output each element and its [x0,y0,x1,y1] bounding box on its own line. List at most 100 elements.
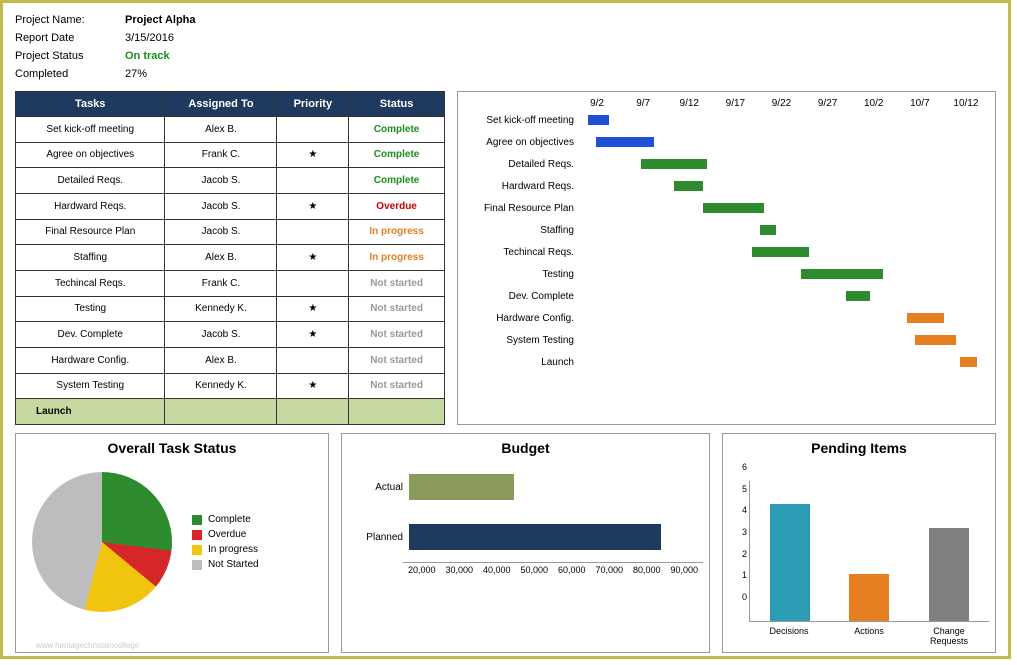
completed-value: 27% [125,68,147,80]
task-name: Testing [16,296,165,322]
pie-chart [32,472,172,612]
legend-swatch [192,530,202,540]
task-name: Set kick-off meeting [16,117,165,143]
report-date-label: Report Date [15,32,125,44]
project-status: On track [125,50,170,62]
task-priority [277,270,349,296]
budget-bar [409,524,661,550]
gantt-bar [641,159,706,169]
axis-tick: 20,000 [403,563,441,575]
task-priority: ★ [277,373,349,399]
gantt-label: Set kick-off meeting [464,115,580,126]
pie-panel: Overall Task Status CompleteOverdueIn pr… [15,433,329,653]
completed-label: Completed [15,68,125,80]
gantt-label: Hardware Config. [464,313,580,324]
task-name: Hardward Reqs. [16,193,165,219]
task-status: Overdue [349,193,445,219]
task-name: System Testing [16,373,165,399]
gantt-bar [960,357,976,367]
task-assigned: Jacob S. [165,168,277,194]
gantt-label: Launch [464,357,580,368]
pie-legend: CompleteOverdueIn progressNot Started [192,510,259,574]
task-status: Not started [349,347,445,373]
budget-title: Budget [348,440,703,456]
pending-bar [770,504,810,621]
gantt-row: Testing [464,263,989,285]
y-tick: 2 [729,549,747,559]
task-priority [277,219,349,245]
gantt-bar [703,203,764,213]
legend-swatch [192,560,202,570]
table-row: Testing Kennedy K. ★ Not started [16,296,445,322]
legend-item: Complete [192,514,259,525]
launch-cell: Launch [16,399,165,425]
budget-bar [409,474,514,500]
gantt-date: 9/17 [712,98,758,109]
y-tick: 4 [729,505,747,515]
task-assigned: Jacob S. [165,193,277,219]
task-status: In progress [349,219,445,245]
legend-item: In progress [192,544,259,555]
task-priority [277,347,349,373]
gantt-bar [760,225,776,235]
table-row: Detailed Reqs. Jacob S. Complete [16,168,445,194]
task-name: Agree on objectives [16,142,165,168]
gantt-chart: 9/29/79/129/179/229/2710/210/710/12 Set … [457,91,996,425]
y-tick: 3 [729,527,747,537]
task-assigned: Jacob S. [165,322,277,348]
gantt-row: Final Resource Plan [464,197,989,219]
legend-swatch [192,545,202,555]
legend-swatch [192,515,202,525]
gantt-bar [752,247,809,257]
budget-panel: Budget Actual Planned 20,00030,00040,000… [341,433,710,653]
task-priority: ★ [277,193,349,219]
gantt-row: Dev. Complete [464,285,989,307]
project-status-label: Project Status [15,50,125,62]
report-date: 3/15/2016 [125,32,174,44]
table-row: Agree on objectives Frank C. ★ Complete [16,142,445,168]
legend-label: Complete [208,514,251,525]
task-assigned: Frank C. [165,142,277,168]
gantt-row: Agree on objectives [464,131,989,153]
gantt-bar [588,115,608,125]
gantt-date: 10/2 [851,98,897,109]
task-name: Techincal Reqs. [16,270,165,296]
task-assigned: Jacob S. [165,219,277,245]
pending-col [839,574,899,621]
task-assigned: Kennedy K. [165,296,277,322]
gantt-date: 9/22 [758,98,804,109]
pending-title: Pending Items [729,440,989,456]
table-row: Final Resource Plan Jacob S. In progress [16,219,445,245]
gantt-row: Detailed Reqs. [464,153,989,175]
table-row: System Testing Kennedy K. ★ Not started [16,373,445,399]
task-priority: ★ [277,322,349,348]
table-row: Hardward Reqs. Jacob S. ★ Overdue [16,193,445,219]
budget-axis: 20,00030,00040,00050,00060,00070,00080,0… [403,562,703,575]
task-assigned: Alex B. [165,117,277,143]
budget-label: Planned [348,532,409,543]
task-status: Not started [349,270,445,296]
gantt-row: Launch [464,351,989,373]
pie-title: Overall Task Status [22,440,322,456]
watermark: www.heritagechristiancollege [36,641,139,650]
task-priority: ★ [277,296,349,322]
pending-label: Decisions [759,626,819,646]
gantt-date: 9/2 [574,98,620,109]
axis-tick: 80,000 [628,563,666,575]
gantt-bar [846,291,871,301]
tasks-table: Tasks Assigned To Priority Status Set ki… [15,91,445,425]
y-tick: 6 [729,462,747,472]
gantt-row: Staffing [464,219,989,241]
pending-col [760,504,820,621]
budget-row: Planned [348,512,703,562]
gantt-bar [915,335,956,345]
pending-label: Change Requests [919,626,979,646]
gantt-row: Techincal Reqs. [464,241,989,263]
gantt-date: 9/12 [666,98,712,109]
pending-panel: Pending Items 6543210 DecisionsActionsCh… [722,433,996,653]
project-name: Project Alpha [125,14,196,26]
gantt-row: Hardware Config. [464,307,989,329]
gantt-label: Dev. Complete [464,291,580,302]
y-tick: 5 [729,484,747,494]
th-status: Status [349,92,445,117]
